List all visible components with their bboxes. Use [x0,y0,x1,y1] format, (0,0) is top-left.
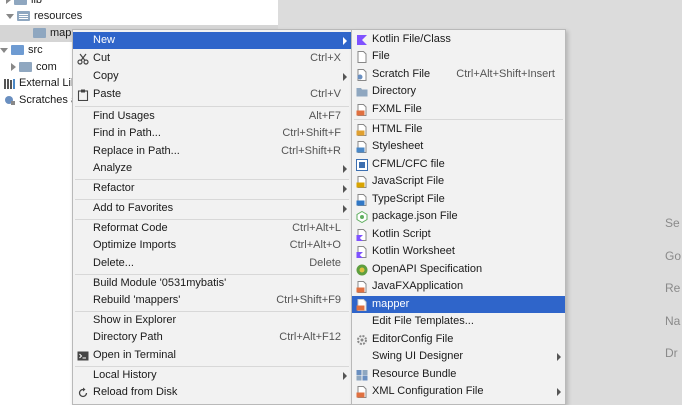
menu-item-refactor[interactable]: Refactor [73,180,351,197]
menu-item-directory-path[interactable]: Directory Path Ctrl+Alt+F12 [73,329,351,346]
menu-item-local-history[interactable]: Local History [73,367,351,384]
submenu-arrow-icon [557,353,561,361]
scratch-icon [357,69,367,81]
submenu-item-kotlin-worksheet[interactable]: Kotlin Worksheet [352,243,565,260]
bundle-icon [356,370,368,381]
submenu-item-file[interactable]: File [352,48,565,65]
cfml-icon [356,159,368,171]
hint-recent-files: Re [665,281,681,295]
submenu-arrow-icon [343,372,347,380]
folder-icon [33,28,46,39]
hint-navigation-bar: Na [665,314,681,328]
javafx-icon [356,281,367,293]
menu-item-reformat-code[interactable]: Reformat Code Ctrl+Alt+L [73,220,351,237]
editor-empty-hints: Se Go Re Na Dr [665,0,682,405]
scratches-icon [5,95,15,105]
menu-item-rebuild[interactable]: Rebuild 'mappers' Ctrl+Shift+F9 [73,292,351,309]
gear-icon [357,335,367,345]
resources-folder-icon [17,11,30,22]
package-icon [19,62,32,73]
menu-item-delete[interactable]: Delete... Delete [73,255,351,272]
submenu-item-edit-file-templates[interactable]: Edit File Templates... [352,313,565,330]
submenu-arrow-icon [343,205,347,213]
menu-item-reload-from-disk[interactable]: Reload from Disk [73,384,351,401]
context-menu: New Cut Ctrl+X Copy Paste Ctrl+V Find Usag… [72,29,352,405]
library-icon [4,78,15,89]
submenu-item-scratch-file[interactable]: Scratch File Ctrl+Alt+Shift+Insert [352,66,565,83]
menu-item-analyze[interactable]: Analyze [73,160,351,177]
terminal-icon [77,351,89,361]
submenu-item-stylesheet[interactable]: Stylesheet [352,138,565,155]
submenu-item-resource-bundle[interactable]: Resource Bundle [352,366,565,383]
submenu-item-cfml-file[interactable]: CFML/CFC file [352,156,565,173]
submenu-item-typescript-file[interactable]: TypeScript File [352,191,565,208]
submenu-item-package-json[interactable]: package.json File [352,208,565,225]
submenu-arrow-icon [557,388,561,396]
clipboard-icon [77,89,89,101]
tree-item-resources[interactable]: resources [0,8,278,25]
submenu-arrow-icon [343,37,347,45]
folder-icon [356,88,368,97]
source-folder-icon [11,45,24,56]
submenu-item-xml-configuration-file[interactable]: XML Configuration File [352,383,565,400]
menu-separator [354,119,563,120]
menu-item-find-usages[interactable]: Find Usages Alt+F7 [73,108,351,125]
mapper-icon [356,299,367,311]
submenu-arrow-icon [343,165,347,173]
submenu-item-html-file[interactable]: HTML File [352,121,565,138]
new-submenu: Kotlin File/Class File Scratch File Ctrl+… [351,29,566,405]
kotlin-worksheet-icon [356,246,367,258]
fxml-icon [356,104,367,116]
hint-go-to-file: Go [665,249,682,263]
menu-item-paste[interactable]: Paste Ctrl+V [73,86,351,103]
menu-item-find-in-path[interactable]: Find in Path... Ctrl+Shift+F [73,125,351,142]
menu-item-copy[interactable]: Copy [73,68,351,85]
expand-arrow-icon[interactable] [6,0,11,5]
submenu-item-directory[interactable]: Directory [352,83,565,100]
ts-icon [356,194,367,206]
menu-item-replace-in-path[interactable]: Replace in Path... Ctrl+Shift+R [73,143,351,160]
submenu-item-javafx-application[interactable]: JavaFXApplication [352,278,565,295]
submenu-item-kotlin-file[interactable]: Kotlin File/Class [352,31,565,48]
openapi-icon [356,264,368,276]
collapse-arrow-icon[interactable] [6,13,14,19]
html-icon [356,124,367,136]
submenu-arrow-icon [343,73,347,81]
collapse-arrow-icon[interactable] [0,47,8,53]
scissors-icon [77,53,89,65]
npm-icon [356,211,368,223]
xml-icon [356,386,367,398]
menu-separator [75,106,349,107]
submenu-item-kotlin-script[interactable]: Kotlin Script [352,226,565,243]
menu-item-add-to-favorites[interactable]: Add to Favorites [73,200,351,217]
menu-item-open-in-terminal[interactable]: Open in Terminal [73,347,351,364]
submenu-item-mapper[interactable]: mapper [352,296,565,314]
menu-item-optimize-imports[interactable]: Optimize Imports Ctrl+Alt+O [73,237,351,254]
reload-icon [78,387,88,398]
js-icon [356,176,367,188]
submenu-item-openapi-spec[interactable]: OpenAPI Specification [352,261,565,278]
hint-drop-files: Dr [665,346,678,360]
hint-search-everywhere: Se [665,216,680,230]
expand-arrow-icon[interactable] [11,63,16,72]
kotlin-script-icon [356,229,367,241]
menu-item-new[interactable]: New [73,32,351,50]
submenu-item-swing-ui-designer[interactable]: Swing UI Designer [352,348,565,365]
submenu-arrow-icon [343,185,347,193]
css-icon [356,141,367,153]
folder-icon [14,0,27,6]
file-icon [357,51,367,63]
menu-item-build-module[interactable]: Build Module '0531mybatis' [73,275,351,292]
menu-item-show-in-explorer[interactable]: Show in Explorer [73,312,351,329]
menu-item-cut[interactable]: Cut Ctrl+X [73,50,351,67]
kotlin-icon [357,35,367,45]
submenu-item-javascript-file[interactable]: JavaScript File [352,173,565,190]
submenu-item-fxml-file[interactable]: FXML File [352,101,565,118]
submenu-item-editorconfig-file[interactable]: EditorConfig File [352,331,565,348]
